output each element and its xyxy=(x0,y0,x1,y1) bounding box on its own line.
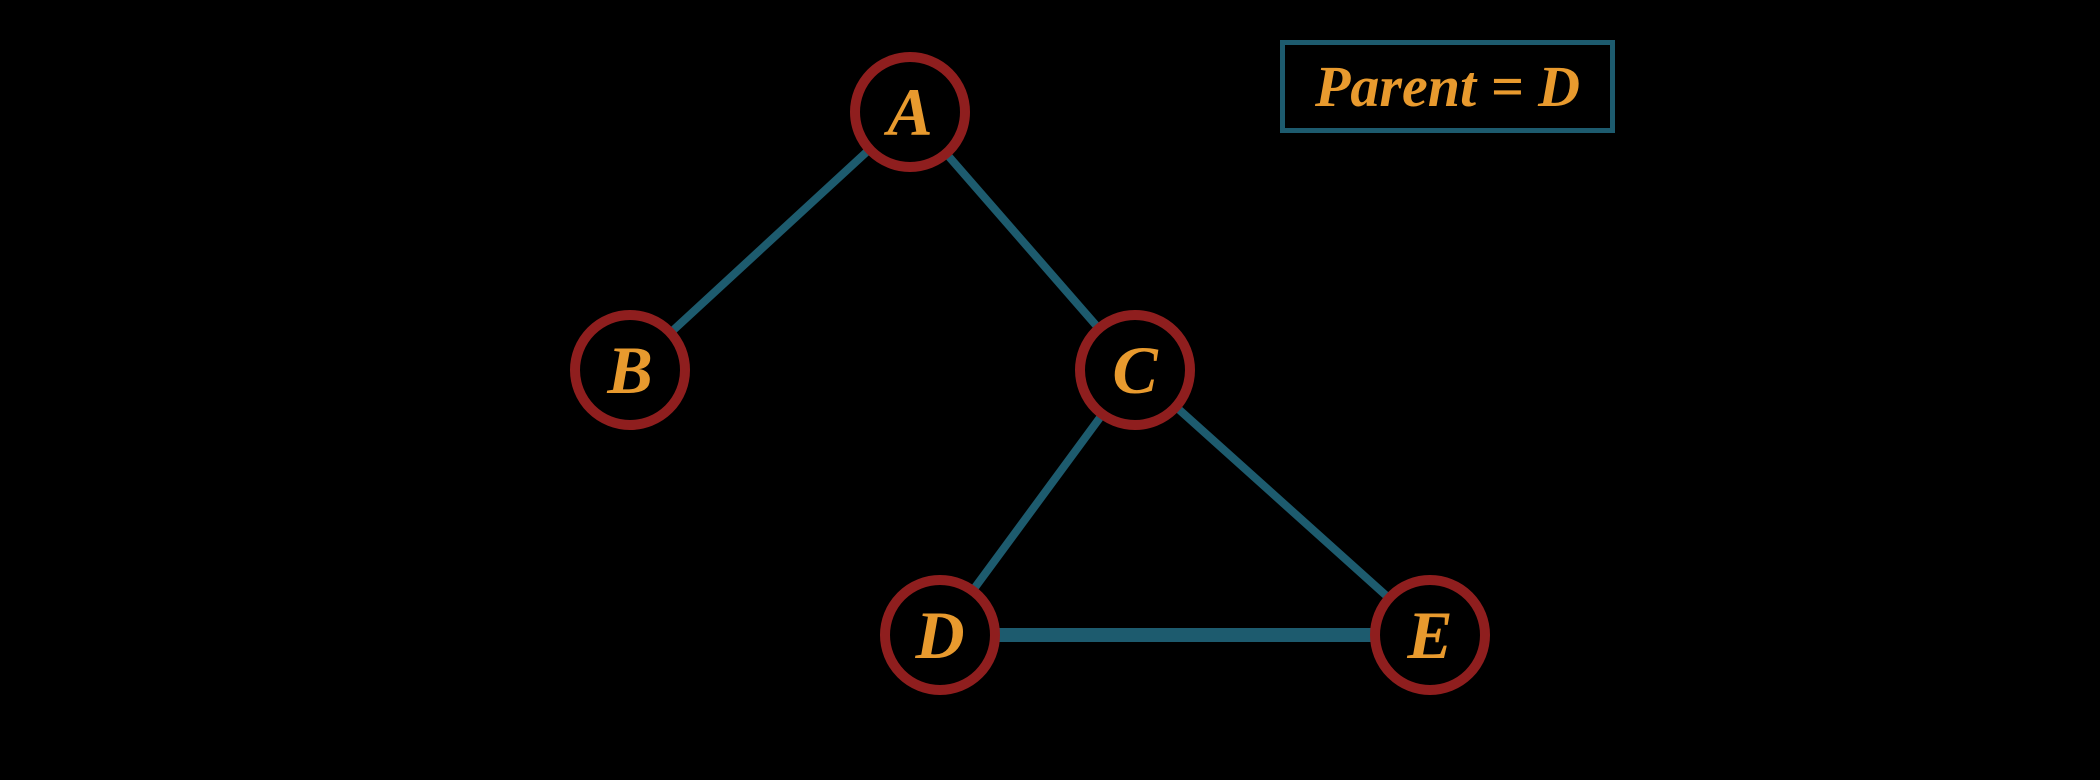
node-c-label: C xyxy=(1112,331,1157,410)
node-a-label: A xyxy=(887,73,932,152)
node-e-label: E xyxy=(1407,596,1452,675)
node-c: C xyxy=(1075,310,1195,430)
node-d-label: D xyxy=(915,596,964,675)
edges-layer xyxy=(0,0,2100,780)
node-e: E xyxy=(1370,575,1490,695)
node-b-label: B xyxy=(607,331,652,410)
node-b: B xyxy=(570,310,690,430)
node-d: D xyxy=(880,575,1000,695)
legend-box: Parent = D xyxy=(1280,40,1615,133)
node-a: A xyxy=(850,52,970,172)
legend-text: Parent = D xyxy=(1315,54,1580,119)
diagram-canvas: A B C D E Parent = D xyxy=(0,0,2100,780)
